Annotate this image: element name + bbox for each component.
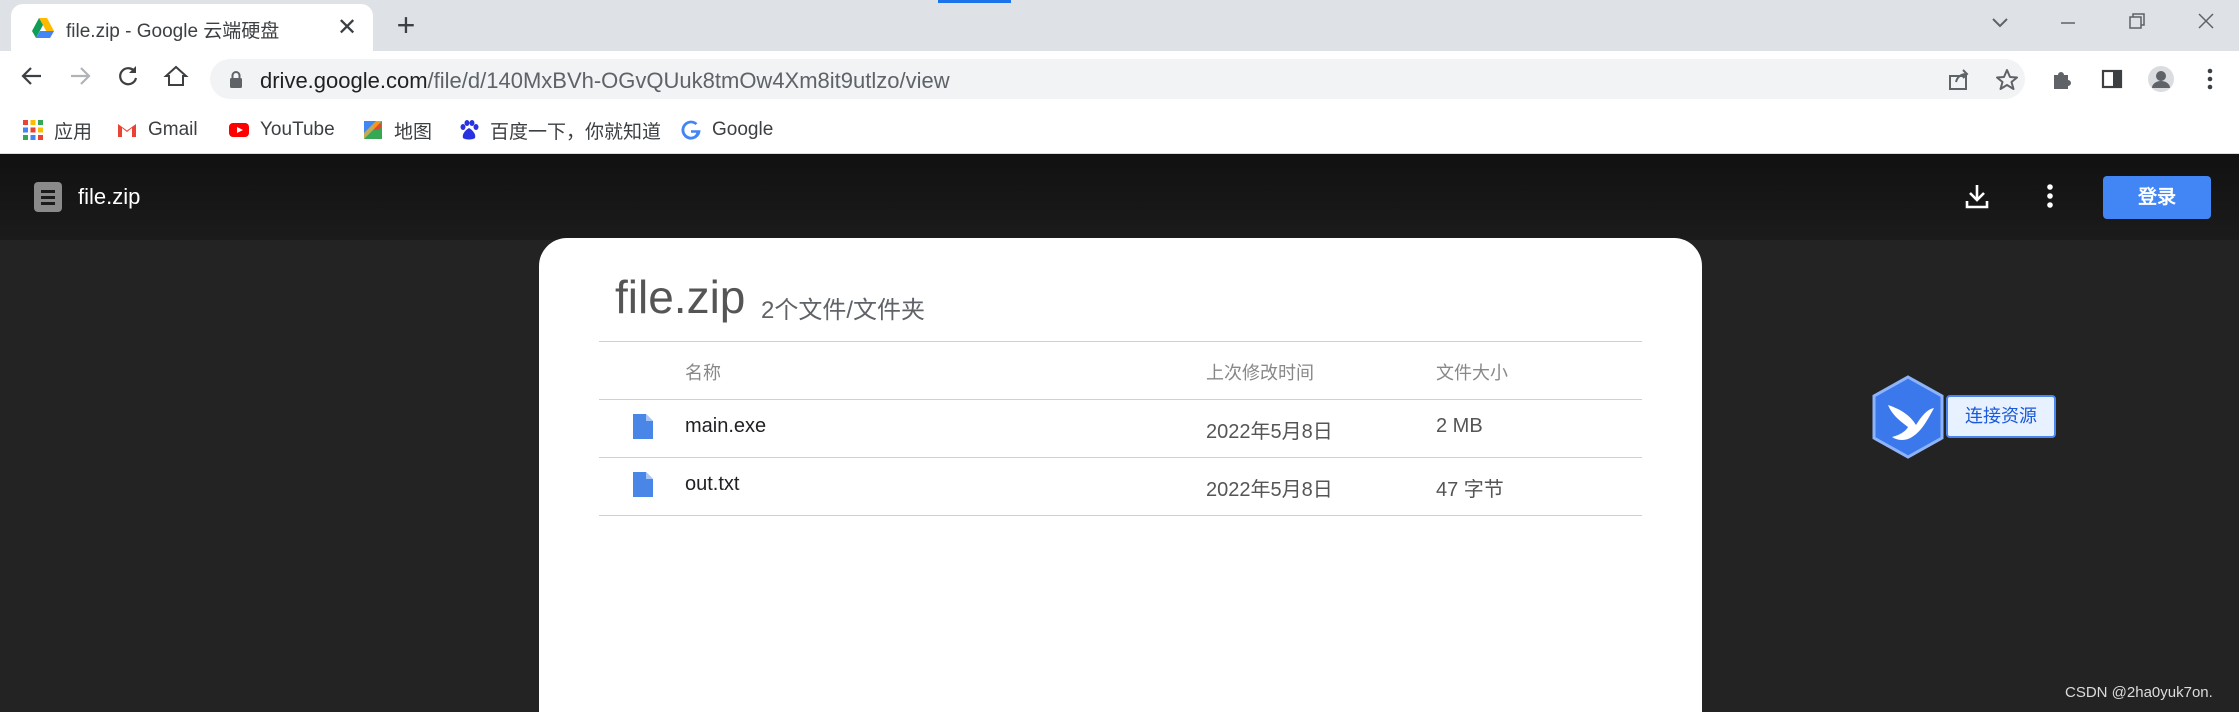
new-tab-button[interactable]: + [391, 9, 421, 41]
baidu-icon [460, 120, 479, 140]
file-size: 47 字节 [1436, 479, 1504, 501]
address-bar[interactable]: drive.google.com/file/d/140MxBVh-OGvQUuk… [210, 59, 2025, 99]
restore-icon[interactable] [2117, 8, 2157, 38]
tab-indicator [938, 0, 1011, 3]
bookmark-youtube[interactable]: YouTube [228, 116, 335, 144]
bookmark-gmail[interactable]: Gmail [116, 116, 198, 144]
bookmark-label: Google [712, 119, 774, 140]
bookmark-label: 地图 [394, 121, 433, 143]
file-icon [633, 414, 653, 439]
extensions-icon[interactable] [2048, 65, 2076, 93]
bookmark-label: Gmail [148, 119, 198, 140]
browser-tab[interactable]: file.zip - Google 云端硬盘 ✕ [11, 4, 373, 51]
archive-summary: 2个文件/文件夹 [761, 297, 926, 324]
file-name: main.exe [685, 415, 767, 437]
archive-file-icon [34, 182, 62, 212]
profile-avatar-icon[interactable] [2147, 65, 2175, 93]
table-header: 名称 上次修改时间 文件大小 [599, 341, 1642, 399]
maps-icon [364, 121, 382, 139]
url-text: drive.google.com/file/d/140MxBVh-OGvQUuk… [260, 68, 950, 94]
browser-menu-icon[interactable] [2196, 65, 2224, 93]
download-icon[interactable] [1962, 180, 1992, 212]
browser-toolbar: drive.google.com/file/d/140MxBVh-OGvQUuk… [0, 51, 2239, 106]
watermark: CSDN @2ha0yuk7on. [2065, 684, 2213, 701]
more-options-icon[interactable] [2035, 180, 2065, 212]
table-row[interactable]: main.exe 2022年5月8日 2 MB [599, 399, 1642, 457]
youtube-icon [229, 123, 249, 137]
close-window-icon[interactable] [2186, 8, 2226, 38]
column-size-header: 文件大小 [1436, 363, 1508, 383]
viewer-header: file.zip 登录 [0, 154, 2239, 240]
tab-strip: file.zip - Google 云端硬盘 ✕ + [0, 0, 2239, 51]
tab-title: file.zip - Google 云端硬盘 [66, 21, 280, 42]
bookmark-star-icon[interactable] [1994, 67, 2020, 93]
bookmarks-bar: 应用 Gmail YouTube 地图 百度一下，你就知道 Google [0, 106, 2239, 154]
bookmark-label: 百度一下，你就知道 [490, 121, 662, 143]
file-name: out.txt [685, 473, 740, 495]
file-size: 2 MB [1436, 415, 1483, 437]
gmail-icon [118, 124, 136, 137]
bookmark-maps[interactable]: 地图 [362, 116, 432, 144]
file-modified: 2022年5月8日 [1206, 479, 1333, 501]
divider [599, 515, 1642, 516]
minimize-icon[interactable] [2048, 8, 2088, 38]
url-path: /file/d/140MxBVh-OGvQUuk8tmOw4Xm8it9utlz… [427, 68, 950, 93]
table-row[interactable]: out.txt 2022年5月8日 47 字节 [599, 457, 1642, 515]
bookmark-label: YouTube [260, 119, 335, 140]
bookmark-google[interactable]: Google [680, 116, 773, 144]
back-icon[interactable] [16, 63, 48, 95]
connect-resource-button[interactable]: 连接资源 [1946, 395, 2056, 438]
xunlei-bird-icon [1872, 375, 1944, 459]
viewer-title: file.zip [78, 184, 141, 209]
close-tab-icon[interactable]: ✕ [333, 14, 361, 42]
google-icon [681, 120, 701, 140]
home-icon[interactable] [160, 63, 192, 95]
column-modified-header: 上次修改时间 [1206, 363, 1314, 383]
tab-search-icon[interactable] [1980, 8, 2020, 38]
share-icon[interactable] [1946, 67, 1972, 93]
reload-icon[interactable] [112, 63, 144, 95]
file-icon [633, 472, 653, 497]
bookmark-baidu[interactable]: 百度一下，你就知道 [458, 116, 661, 144]
login-button[interactable]: 登录 [2103, 176, 2211, 219]
column-name-header: 名称 [685, 363, 721, 383]
file-modified: 2022年5月8日 [1206, 421, 1333, 443]
xunlei-widget[interactable]: 连接资源 [1870, 375, 2060, 459]
bookmark-label: 应用 [54, 121, 93, 143]
lock-icon [230, 71, 242, 88]
archive-card: file.zip 2个文件/文件夹 名称 上次修改时间 文件大小 main.ex… [539, 238, 1702, 712]
forward-icon[interactable] [64, 63, 96, 95]
archive-name: file.zip [615, 271, 746, 323]
google-drive-icon [32, 18, 54, 38]
apps-grid-icon [23, 120, 43, 140]
url-host: drive.google.com [260, 68, 428, 93]
bookmark-apps[interactable]: 应用 [22, 116, 92, 144]
side-panel-icon[interactable] [2098, 65, 2126, 93]
